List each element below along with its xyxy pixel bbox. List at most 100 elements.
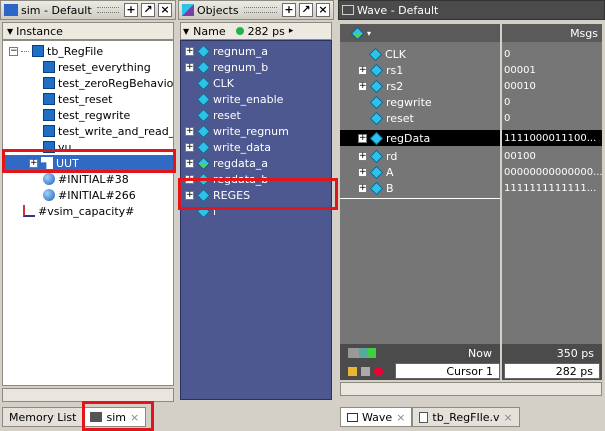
object-reset[interactable]: reset	[196, 107, 241, 123]
wave-horizontal-scrollbar[interactable]	[340, 382, 602, 396]
expand-icon[interactable]: +	[358, 183, 367, 193]
tab-close-icon[interactable]: ×	[504, 411, 513, 424]
expand-icon[interactable]: +	[185, 62, 194, 72]
drag-grip[interactable]	[243, 7, 277, 13]
wave-names-header: ▾	[340, 24, 500, 42]
tree-item-tb-regfile[interactable]: − tb_RegFile	[9, 43, 103, 59]
add-icon[interactable]: +	[282, 3, 296, 17]
signal-icon	[196, 140, 211, 154]
wave-signal-rs2[interactable]: + rs2	[358, 78, 403, 94]
wave-value-reset: 0	[504, 112, 511, 124]
remove-cursor-icon[interactable]	[374, 366, 383, 376]
object-write-enable[interactable]: write_enable	[196, 91, 283, 107]
wave-value-regwrite: 0	[504, 96, 511, 108]
object-clk[interactable]: CLK	[196, 75, 234, 91]
tree-item-test-reset[interactable]: test_reset	[43, 91, 112, 107]
tree-item-initial-38[interactable]: #INITIAL#38	[43, 171, 129, 187]
signal-icon	[196, 76, 211, 90]
objects-list: + regnum_a + regnum_b CLK write_enable res…	[180, 40, 332, 400]
sort-down-icon: ▼	[7, 26, 14, 36]
goto-icon[interactable]: ▸	[289, 26, 294, 36]
expand-icon[interactable]: +	[358, 133, 367, 143]
expand-icon[interactable]: +	[185, 46, 194, 56]
tab-wave[interactable]: Wave ×	[340, 407, 413, 427]
wave-bottom-tabs: Wave × tb_RegFIle.v ×	[340, 405, 520, 427]
cursor-value-row: 282 ps	[502, 362, 602, 380]
instance-column-header[interactable]: ▼ Instance	[2, 22, 174, 40]
object-regnum-a[interactable]: + regnum_a	[185, 43, 268, 59]
wave-value-rs2: 00010	[504, 80, 536, 92]
wave-signal-a[interactable]: + A	[358, 164, 394, 180]
wave-signal-clk[interactable]: CLK	[368, 46, 406, 62]
undock-icon[interactable]: ↗	[141, 3, 155, 17]
tree-item-reset-everything[interactable]: reset_everything	[43, 59, 151, 75]
wave-panel-header: Wave - Default	[338, 0, 605, 20]
drag-grip[interactable]	[96, 7, 119, 13]
expand-icon[interactable]: +	[358, 151, 367, 161]
tree-item-test-write-and-read[interactable]: test_write_and_read_	[43, 123, 173, 139]
collapse-icon[interactable]: −	[9, 46, 18, 56]
signal-icon	[369, 149, 384, 163]
wave-signal-regdata[interactable]: + regData	[340, 130, 500, 146]
object-write-data[interactable]: + write_data	[185, 139, 271, 155]
process-icon	[43, 189, 55, 201]
close-icon[interactable]: ×	[316, 3, 330, 17]
wrench-icon[interactable]	[361, 366, 370, 376]
tree-item-vsim-capacity[interactable]: #vsim_capacity#	[23, 203, 134, 219]
now-value: 350 ps	[556, 346, 594, 360]
wave-signal-reset[interactable]: reset	[369, 110, 414, 126]
wave-value-b: 1111111111111...	[504, 182, 597, 194]
wave-icon	[342, 5, 354, 15]
expand-icon[interactable]: +	[358, 81, 367, 91]
dropdown-icon[interactable]: ▾	[367, 29, 371, 38]
signal-icon	[369, 111, 384, 125]
wave-signal-rs1[interactable]: + rs1	[358, 62, 403, 78]
object-write-regnum[interactable]: + write_regnum	[185, 123, 289, 139]
expand-icon[interactable]: +	[185, 142, 194, 152]
expand-icon[interactable]: +	[358, 167, 367, 177]
process-icon	[43, 173, 55, 185]
signal-icon	[368, 47, 383, 61]
now-row: Now	[340, 344, 500, 362]
instance-column-label: Instance	[16, 24, 63, 38]
toolbar-icon[interactable]	[348, 348, 376, 358]
tab-memory-list[interactable]: Memory List	[2, 407, 84, 427]
tab-tb-regfile-v[interactable]: tb_RegFIle.v ×	[412, 407, 520, 427]
signal-icon	[369, 165, 384, 179]
wave-signals-icon[interactable]	[350, 26, 365, 40]
capacity-icon	[23, 205, 35, 217]
objects-column-header[interactable]: ▼ Name 282 ps ▸	[180, 22, 332, 40]
highlight-reges	[178, 178, 338, 210]
add-icon[interactable]: +	[124, 3, 138, 17]
tab-close-icon[interactable]: ×	[396, 411, 405, 424]
task-icon	[43, 125, 55, 137]
wave-signal-regwrite[interactable]: regwrite	[369, 94, 432, 110]
tree-item-test-zeroregbehavior[interactable]: test_zeroRegBehavior	[43, 75, 173, 91]
object-regdata-a[interactable]: + regdata_a	[185, 155, 268, 171]
undock-icon[interactable]: ↗	[299, 3, 313, 17]
signal-icon	[369, 79, 384, 93]
tree-item-initial-266[interactable]: #INITIAL#266	[43, 187, 136, 203]
expand-icon[interactable]: +	[185, 158, 194, 168]
close-icon[interactable]: ×	[158, 3, 172, 17]
insertion-marker	[340, 198, 500, 199]
wave-value-rs1: 00001	[504, 64, 536, 76]
task-icon	[43, 109, 55, 121]
now-label: Now	[468, 346, 492, 360]
wave-signal-b[interactable]: + B	[358, 180, 394, 196]
horizontal-scrollbar[interactable]	[2, 388, 174, 402]
signal-icon	[196, 108, 211, 122]
objects-icon	[182, 4, 194, 16]
file-icon	[419, 411, 429, 423]
cursor-time-field[interactable]: 282 ps	[504, 363, 600, 379]
cursor-name-field[interactable]: Cursor 1	[395, 363, 500, 379]
task-icon	[43, 77, 55, 89]
object-time-value: 282 ps	[247, 24, 285, 38]
tree-item-test-regwrite[interactable]: test_regwrite	[43, 107, 130, 123]
object-regnum-b[interactable]: + regnum_b	[185, 59, 268, 75]
expand-icon[interactable]: +	[185, 126, 194, 136]
task-icon	[43, 61, 55, 73]
wave-signal-rd[interactable]: + rd	[358, 148, 397, 164]
lock-icon[interactable]	[348, 366, 357, 376]
expand-icon[interactable]: +	[358, 65, 367, 75]
